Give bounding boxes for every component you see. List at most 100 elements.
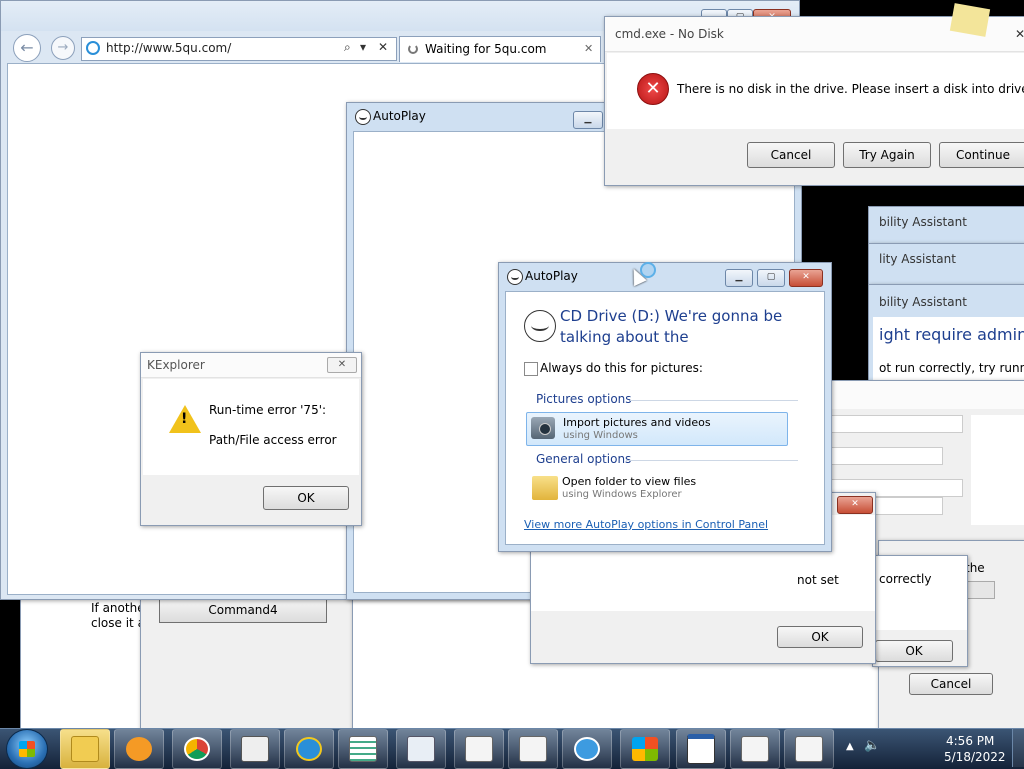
- close-icon: ✕: [337, 359, 347, 370]
- forward-arrow-icon: →: [57, 40, 69, 55]
- compat-body: ot run correctly, try running: [879, 361, 1024, 375]
- autoplay-minimize-button[interactable]: ▁: [725, 269, 753, 287]
- tray-arrow-icon[interactable]: ▲: [846, 741, 854, 752]
- clock-time[interactable]: 4:56 PM: [946, 734, 994, 748]
- taskbar-ie-doc[interactable]: [562, 729, 612, 769]
- address-url[interactable]: http://www.5qu.com/: [106, 41, 231, 55]
- compat-window-2: lity Assistant: [868, 243, 1024, 285]
- address-bar[interactable]: http://www.5qu.com/ ⌕ ▾ ✕: [81, 37, 397, 61]
- volume-icon[interactable]: 🔈: [864, 738, 880, 753]
- ie-page-icon: [86, 41, 100, 55]
- no-disk-close-icon[interactable]: ✕: [1015, 27, 1024, 41]
- trollface-large-icon: [524, 310, 556, 342]
- taskbar-list-app[interactable]: [338, 729, 388, 769]
- no-disk-title: cmd.exe - No Disk: [615, 27, 724, 41]
- kexplorer-ok-button[interactable]: OK: [263, 486, 349, 510]
- pictures-options-heading: Pictures options: [536, 392, 632, 406]
- clock-date[interactable]: 5/18/2022: [944, 750, 1006, 764]
- taskbar-ie[interactable]: [284, 729, 334, 769]
- kexplorer-error-line1: Run-time error '75':: [209, 403, 327, 417]
- loading-icon: [408, 44, 418, 54]
- compat-window-1: bility Assistant: [868, 206, 1024, 248]
- windows-flag-icon: [632, 737, 658, 761]
- start-button[interactable]: [6, 729, 48, 769]
- forward-button[interactable]: →: [51, 36, 75, 60]
- sticky-note: [949, 3, 991, 37]
- stop-icon[interactable]: ✕: [378, 40, 388, 54]
- back-window-command: Command4: [140, 580, 354, 732]
- always-label[interactable]: Always do this for pictures:: [540, 361, 703, 375]
- input-box-1[interactable]: [821, 415, 963, 433]
- back-ok-button-2[interactable]: OK: [875, 640, 953, 662]
- search-icon[interactable]: ⌕: [344, 40, 351, 55]
- open-folder-option[interactable]: Open folder to view files using Windows …: [526, 472, 786, 504]
- list-icon: [349, 736, 377, 762]
- taskbar-window-app-2[interactable]: [676, 729, 726, 769]
- more-autoplay-options-link[interactable]: View more AutoPlay options in Control Pa…: [524, 518, 768, 531]
- autoplay-maximize-button[interactable]: ▢: [757, 269, 785, 287]
- back-dialog-correctly: correctly OK: [872, 555, 968, 667]
- windows-logo-icon: [19, 741, 35, 757]
- open-folder-subtitle: using Windows Explorer: [562, 489, 682, 500]
- folder-icon: [532, 476, 558, 500]
- cancel-button[interactable]: Cancel: [747, 142, 835, 168]
- chrome-icon: [184, 737, 210, 761]
- back-cancel-button[interactable]: Cancel: [909, 673, 993, 695]
- import-subtitle: using Windows: [563, 430, 638, 441]
- no-disk-dialog: cmd.exe - No Disk ✕ ✕ There is no disk i…: [604, 16, 1024, 186]
- not-set-text: not set: [797, 573, 839, 587]
- continue-button[interactable]: Continue: [939, 142, 1024, 168]
- always-checkbox[interactable]: [524, 362, 538, 376]
- autoplay-back-minimize-button[interactable]: ▁: [573, 111, 603, 129]
- browser-tab[interactable]: Waiting for 5qu.com ✕: [399, 36, 601, 62]
- not-set-close-button[interactable]: ✕: [837, 496, 873, 514]
- taskbar-media-player[interactable]: [114, 729, 164, 769]
- taskbar-folder-3[interactable]: [730, 729, 780, 769]
- no-disk-message: There is no disk in the drive. Please in…: [677, 82, 1024, 96]
- progress-stub: [965, 581, 995, 599]
- import-pictures-option[interactable]: Import pictures and videos using Windows: [526, 412, 788, 446]
- autoplay-close-button[interactable]: ✕: [789, 269, 823, 287]
- taskbar-folder-2[interactable]: [508, 729, 558, 769]
- compat-title-2: lity Assistant: [879, 252, 956, 266]
- trollface-icon: [355, 109, 371, 125]
- dropdown-icon[interactable]: ▾: [360, 40, 366, 54]
- general-options-heading: General options: [536, 452, 632, 466]
- autoplay-heading: CD Drive (D:) We're gonna be talking abo…: [560, 307, 783, 346]
- kexplorer-error-line2: Path/File access error: [209, 433, 337, 447]
- kexplorer-title: KExplorer: [147, 358, 205, 372]
- if-another-text: If anothe: [91, 601, 145, 615]
- input-box-2[interactable]: [821, 447, 943, 465]
- error-icon: ✕: [637, 73, 669, 105]
- open-folder-title: Open folder to view files: [562, 475, 697, 488]
- taskbar-folder-1[interactable]: [454, 729, 504, 769]
- try-again-button[interactable]: Try Again: [843, 142, 931, 168]
- taskbar-chrome[interactable]: [172, 729, 222, 769]
- correctly-text: correctly: [879, 572, 932, 586]
- autoplay-title: AutoPlay: [525, 269, 578, 283]
- command4-button[interactable]: Command4: [159, 597, 327, 623]
- taskbar-windows-app[interactable]: [620, 729, 670, 769]
- trollface-icon: [507, 269, 523, 285]
- kexplorer-close-button[interactable]: ✕: [327, 357, 357, 373]
- close-it-text: close it a: [91, 616, 145, 630]
- show-desktop-button[interactable]: [1012, 729, 1024, 767]
- taskbar-app-window[interactable]: [230, 729, 280, 769]
- autoplay-back-title: AutoPlay: [373, 109, 426, 123]
- tab-close-icon[interactable]: ✕: [584, 42, 593, 55]
- back-button[interactable]: ←: [13, 34, 41, 62]
- taskbar-explorer[interactable]: [60, 729, 110, 769]
- taskbar-window-app[interactable]: [396, 729, 446, 769]
- autoplay-window: AutoPlay ▁ ▢ ✕ CD Drive (D:) We're gonna…: [498, 262, 832, 552]
- kexplorer-dialog: KExplorer ✕ ! Run-time error '75': Path/…: [140, 352, 362, 526]
- ie-document-icon: [574, 737, 600, 761]
- compat-title-3: bility Assistant: [879, 295, 967, 309]
- folder-icon: [71, 736, 99, 762]
- blank-window-icon: [465, 736, 493, 762]
- taskbar-folder-4[interactable]: [784, 729, 834, 769]
- blank-window-icon: [741, 736, 769, 762]
- app-window-icon: [241, 736, 269, 762]
- blank-window-icon: [519, 736, 547, 762]
- back-ok-button-1[interactable]: OK: [777, 626, 863, 648]
- window-icon: [687, 734, 715, 764]
